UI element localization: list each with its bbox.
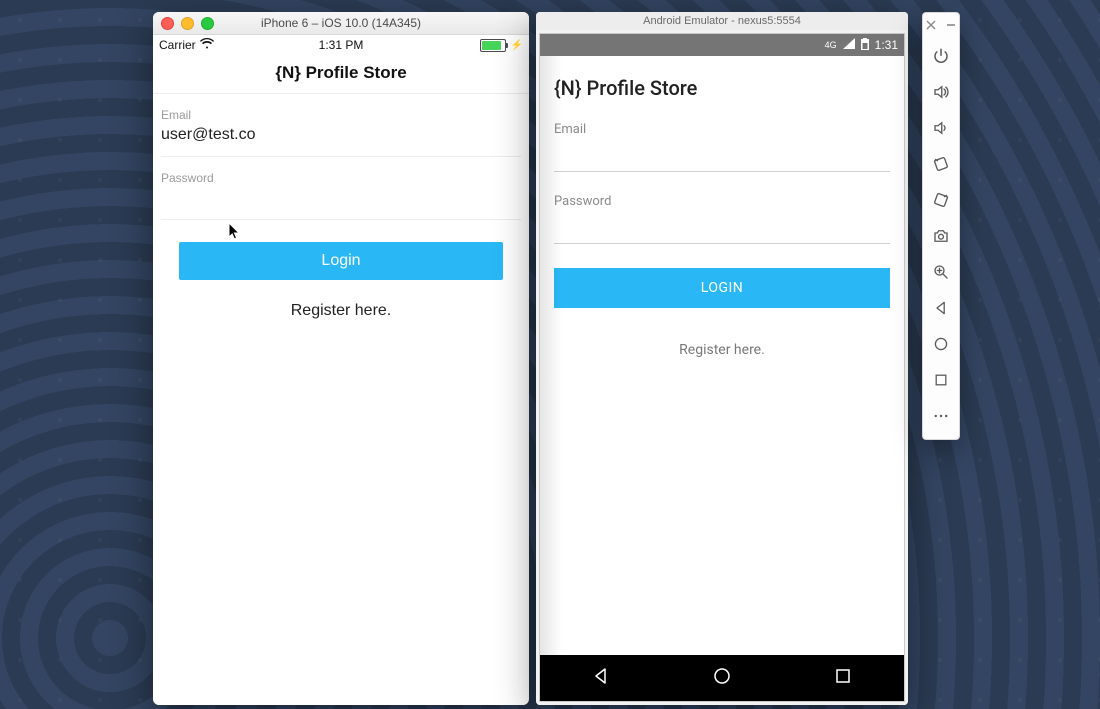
toolbar-home-button[interactable] — [926, 327, 956, 361]
app-title: {N} Profile Store — [153, 55, 529, 94]
close-window-button[interactable] — [161, 17, 174, 30]
rotate-left-button[interactable] — [926, 147, 956, 181]
toolbar-back-button[interactable] — [926, 291, 956, 325]
minimize-emulator-button[interactable] — [945, 19, 957, 31]
ios-window-titlebar[interactable]: iPhone 6 – iOS 10.0 (14A345) — [153, 12, 529, 35]
network-4g-label: 4G — [825, 40, 837, 50]
screenshot-button[interactable] — [926, 219, 956, 253]
nav-home-button[interactable] — [712, 666, 732, 691]
password-field[interactable] — [554, 209, 890, 244]
android-status-bar: 4G 1:31 — [540, 34, 904, 56]
ios-simulator-window: iPhone 6 – iOS 10.0 (14A345) Carrier 1:3… — [153, 12, 529, 705]
android-emulator-window: Android Emulator - nexus5:5554 4G 1:31 {… — [536, 12, 908, 705]
password-field[interactable] — [161, 187, 521, 209]
volume-up-button[interactable] — [926, 75, 956, 109]
email-field[interactable] — [161, 124, 294, 146]
rotate-right-button[interactable] — [926, 183, 956, 217]
password-label: Password — [554, 194, 890, 209]
carrier-label: Carrier — [159, 38, 196, 52]
mouse-cursor-icon — [228, 222, 242, 240]
more-options-button[interactable] — [926, 399, 956, 433]
toolbar-recent-button[interactable] — [926, 363, 956, 397]
register-link[interactable]: Register here. — [554, 342, 890, 358]
email-field[interactable] — [554, 137, 890, 172]
android-login-form: Email Password LOGIN Register here. — [540, 114, 904, 655]
zoom-button[interactable] — [926, 255, 956, 289]
password-label: Password — [161, 171, 521, 185]
nav-recent-button[interactable] — [833, 666, 853, 691]
battery-icon — [480, 39, 506, 52]
email-label: Email — [161, 108, 521, 122]
register-link[interactable]: Register here. — [161, 302, 521, 320]
wifi-icon — [200, 38, 214, 52]
login-button[interactable]: LOGIN — [554, 268, 890, 308]
emulator-side-toolbar — [922, 12, 960, 440]
zoom-window-button[interactable] — [201, 17, 214, 30]
signal-icon — [843, 38, 855, 52]
app-title: {N} Profile Store — [540, 56, 904, 114]
android-window-title[interactable]: Android Emulator - nexus5:5554 — [536, 12, 908, 31]
mac-stoplight — [153, 17, 214, 30]
battery-icon — [861, 38, 869, 53]
power-button[interactable] — [926, 39, 956, 73]
ios-status-bar: Carrier 1:31 PM ⚡ — [153, 35, 529, 55]
ios-login-form: Email Password Login Register here. — [153, 94, 529, 320]
charging-icon: ⚡ — [511, 40, 523, 51]
android-clock: 1:31 — [875, 38, 898, 52]
volume-down-button[interactable] — [926, 111, 956, 145]
minimize-window-button[interactable] — [181, 17, 194, 30]
close-emulator-button[interactable] — [925, 19, 937, 31]
nav-back-button[interactable] — [591, 666, 611, 691]
android-nav-bar — [540, 655, 904, 701]
email-label: Email — [554, 122, 890, 137]
login-button[interactable]: Login — [179, 242, 503, 280]
